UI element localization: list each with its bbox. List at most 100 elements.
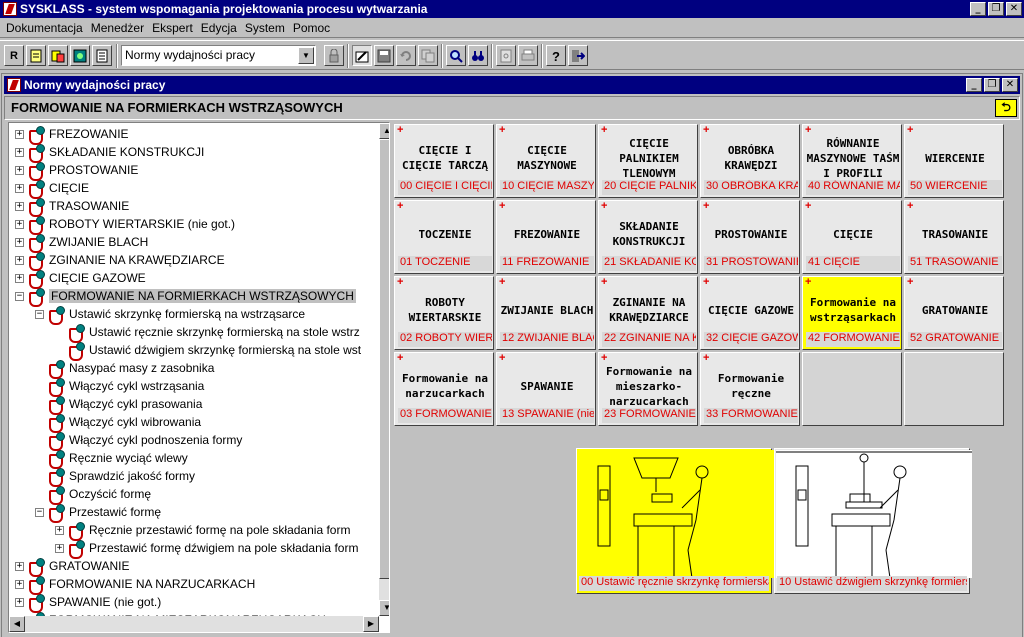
tree-item[interactable]: Ręcznie wyciąć wlewy bbox=[35, 449, 188, 469]
tree-item[interactable]: − Ustawić skrzynkę formierską na wstrząsa… bbox=[35, 305, 305, 325]
tile-caption[interactable]: 42 FORMOWANIE NA FORMIERKACH bbox=[806, 332, 900, 347]
tree-item[interactable]: + TRASOWANIE bbox=[15, 197, 129, 217]
expand-icon[interactable]: + bbox=[15, 597, 24, 607]
plus-icon[interactable]: + bbox=[397, 353, 405, 364]
list-icon[interactable] bbox=[92, 45, 112, 66]
operation-tile[interactable]: + Formowanie na mieszarko-narzucarkach 23 … bbox=[598, 352, 698, 426]
plus-icon[interactable]: + bbox=[703, 201, 711, 212]
undo-icon[interactable] bbox=[396, 45, 416, 66]
plus-icon[interactable]: + bbox=[397, 201, 405, 212]
plus-icon[interactable]: + bbox=[397, 277, 405, 288]
tile-caption[interactable]: 30 OBRÓBKA KRAWĘDZI bbox=[704, 180, 798, 195]
scroll-right-arrow-icon[interactable]: ▶ bbox=[363, 616, 379, 632]
expand-icon[interactable]: + bbox=[15, 579, 24, 589]
plus-icon[interactable]: + bbox=[499, 201, 507, 212]
operation-tile[interactable]: + CIĘCIE GAZOWE 32 CIĘCIE GAZOWE bbox=[700, 276, 800, 350]
operation-tile[interactable]: + TOCZENIE 01 TOCZENIE bbox=[394, 200, 494, 274]
tree-item[interactable]: + CIĘCIE GAZOWE bbox=[15, 269, 146, 289]
plus-icon[interactable]: + bbox=[805, 125, 813, 136]
plus-icon[interactable]: + bbox=[907, 125, 915, 136]
exit-icon[interactable] bbox=[568, 45, 588, 66]
tree-item[interactable]: + PROSTOWANIE bbox=[15, 161, 138, 181]
tree-item[interactable]: Nasypać masy z zasobnika bbox=[35, 359, 214, 379]
tile-caption[interactable]: 02 ROBOTY WIERTARSKIE bbox=[398, 332, 492, 347]
tree-item[interactable]: + Przestawić formę dźwigiem na pole skład… bbox=[55, 539, 358, 559]
tile-caption[interactable]: 33 FORMOWANIE RĘCZNE bbox=[704, 408, 798, 423]
expand-icon[interactable]: + bbox=[15, 561, 24, 571]
tree-item[interactable]: Włączyć cykl wibrowania bbox=[35, 413, 201, 433]
operation-tile[interactable]: + SPAWANIE 13 SPAWANIE (nie got.) bbox=[496, 352, 596, 426]
scrollbar-thumb[interactable] bbox=[379, 139, 389, 579]
plus-icon[interactable]: + bbox=[907, 201, 915, 212]
plus-icon[interactable]: + bbox=[907, 277, 915, 288]
tree-item[interactable]: + ROBOTY WIERTARSKIE (nie got.) bbox=[15, 215, 235, 235]
tree-item[interactable]: − Przestawić formę bbox=[35, 503, 161, 523]
plus-icon[interactable]: + bbox=[601, 353, 609, 364]
menu-menedzer[interactable]: Menedżer bbox=[87, 21, 148, 35]
scroll-up-arrow-icon[interactable]: ▲ bbox=[379, 123, 389, 139]
tile-caption[interactable]: 40 RÓWNANIE MASZYNOWE bbox=[806, 180, 900, 195]
plus-icon[interactable]: + bbox=[601, 277, 609, 288]
help-icon[interactable]: ? bbox=[546, 45, 566, 66]
operation-tile[interactable]: + GRATOWANIE 52 GRATOWANIE bbox=[904, 276, 1004, 350]
tile-caption[interactable]: 03 FORMOWANIE NA NARZUCARKACH bbox=[398, 408, 492, 423]
doc-restore-button[interactable]: ❐ bbox=[984, 78, 1000, 92]
view-select[interactable]: Normy wydajności pracy ▼ bbox=[121, 45, 316, 66]
back-arrow-icon[interactable]: ⮌ bbox=[995, 99, 1017, 117]
catalog-icon[interactable] bbox=[48, 45, 68, 66]
tree-item[interactable]: + SPAWANIE (nie got.) bbox=[15, 593, 161, 613]
operation-tile[interactable]: + CIĘCIE PALNIKIEM TLENOWYM 20 CIĘCIE PALN… bbox=[598, 124, 698, 198]
plus-icon[interactable]: + bbox=[805, 201, 813, 212]
operation-tile[interactable]: + CIĘCIE 41 CIĘCIE bbox=[802, 200, 902, 274]
tile-caption[interactable]: 13 SPAWANIE (nie got.) bbox=[500, 408, 594, 423]
tree-item[interactable]: + FORMOWANIE NA NARZUCARKACH bbox=[15, 575, 255, 595]
operation-illustration[interactable]: 10 Ustawić dźwigiem skrzynkę formierską … bbox=[774, 448, 972, 594]
tree-item[interactable]: Oczyścić formę bbox=[35, 485, 151, 505]
tree-item[interactable]: + Ręcznie przestawić formę na pole składa… bbox=[55, 521, 350, 541]
close-button[interactable]: ✕ bbox=[1006, 2, 1022, 16]
operation-tile[interactable]: + ZWIJANIE BLACH 12 ZWIJANIE BLACH bbox=[496, 276, 596, 350]
plus-icon[interactable]: + bbox=[805, 277, 813, 288]
expand-icon[interactable]: + bbox=[55, 543, 64, 553]
preview-icon[interactable] bbox=[496, 45, 516, 66]
tree-item[interactable]: Ustawić ręcznie skrzynkę formierską na s… bbox=[55, 323, 360, 343]
operation-tile[interactable]: + WIERCENIE 50 WIERCENIE bbox=[904, 124, 1004, 198]
collapse-icon[interactable]: − bbox=[35, 507, 44, 517]
chevron-down-icon[interactable]: ▼ bbox=[298, 47, 314, 64]
tile-caption[interactable]: 41 CIĘCIE bbox=[806, 256, 900, 271]
expand-icon[interactable]: + bbox=[15, 255, 24, 265]
tree-item[interactable]: Włączyć cykl podnoszenia formy bbox=[35, 431, 242, 451]
tile-caption[interactable]: 23 FORMOWANIE NA MIESZARKONARZUCARKACH bbox=[602, 408, 696, 423]
operation-tile[interactable]: + CIĘCIE MASZYNOWE 10 CIĘCIE MASZYNOWE bbox=[496, 124, 596, 198]
operation-tile[interactable]: + RÓWNANIE MASZYNOWE TAŚM I PROFILI 40 RÓW… bbox=[802, 124, 902, 198]
tree-item[interactable]: + ZGINANIE NA KRAWĘDZIARCE bbox=[15, 251, 225, 271]
operation-tile[interactable]: + FREZOWANIE 11 FREZOWANIE bbox=[496, 200, 596, 274]
tile-caption[interactable]: 32 CIĘCIE GAZOWE bbox=[704, 332, 798, 347]
copy-icon[interactable] bbox=[418, 45, 438, 66]
operation-tile[interactable]: + ZGINANIE NA KRAWĘDZIARCE 22 ZGINANIE NA … bbox=[598, 276, 698, 350]
plus-icon[interactable]: + bbox=[601, 125, 609, 136]
tree-item[interactable]: + SKŁADANIE KONSTRUKCJI bbox=[15, 143, 204, 163]
plus-icon[interactable]: + bbox=[499, 353, 507, 364]
tile-caption[interactable]: 11 FREZOWANIE bbox=[500, 256, 594, 271]
menu-pomoc[interactable]: Pomoc bbox=[289, 21, 334, 35]
search-icon[interactable] bbox=[446, 45, 466, 66]
tree-item[interactable]: + GRATOWANIE bbox=[15, 557, 129, 577]
network-icon[interactable] bbox=[70, 45, 90, 66]
binoculars-icon[interactable] bbox=[468, 45, 488, 66]
operation-tile[interactable]: + CIĘCIE I CIĘCIE TARCZĄ 00 CIĘCIE I CIĘCI… bbox=[394, 124, 494, 198]
tree-vertical-scrollbar[interactable]: ▲ ▼ bbox=[379, 123, 389, 616]
illustration-caption[interactable]: 10 Ustawić dźwigiem skrzynkę formierską … bbox=[777, 576, 967, 591]
tree-item[interactable]: Sprawdzić jakość formy bbox=[35, 467, 195, 487]
operation-tile[interactable]: + OBRÓBKA KRAWĘDZI 30 OBRÓBKA KRAWĘDZI bbox=[700, 124, 800, 198]
minimize-button[interactable]: _ bbox=[970, 2, 986, 16]
menu-dokumentacja[interactable]: Dokumentacja bbox=[2, 21, 87, 35]
illustration-caption[interactable]: 00 Ustawić ręcznie skrzynkę formierską n… bbox=[579, 576, 769, 591]
operation-tile[interactable]: + Formowanie na wstrząsarkach 42 FORMOWANI… bbox=[802, 276, 902, 350]
tile-caption[interactable]: 12 ZWIJANIE BLACH bbox=[500, 332, 594, 347]
tree-item[interactable]: + ZWIJANIE BLACH bbox=[15, 233, 148, 253]
plus-icon[interactable]: + bbox=[499, 277, 507, 288]
operation-tile[interactable]: + TRASOWANIE 51 TRASOWANIE bbox=[904, 200, 1004, 274]
expand-icon[interactable]: + bbox=[15, 129, 24, 139]
r-button[interactable]: R bbox=[4, 45, 24, 66]
